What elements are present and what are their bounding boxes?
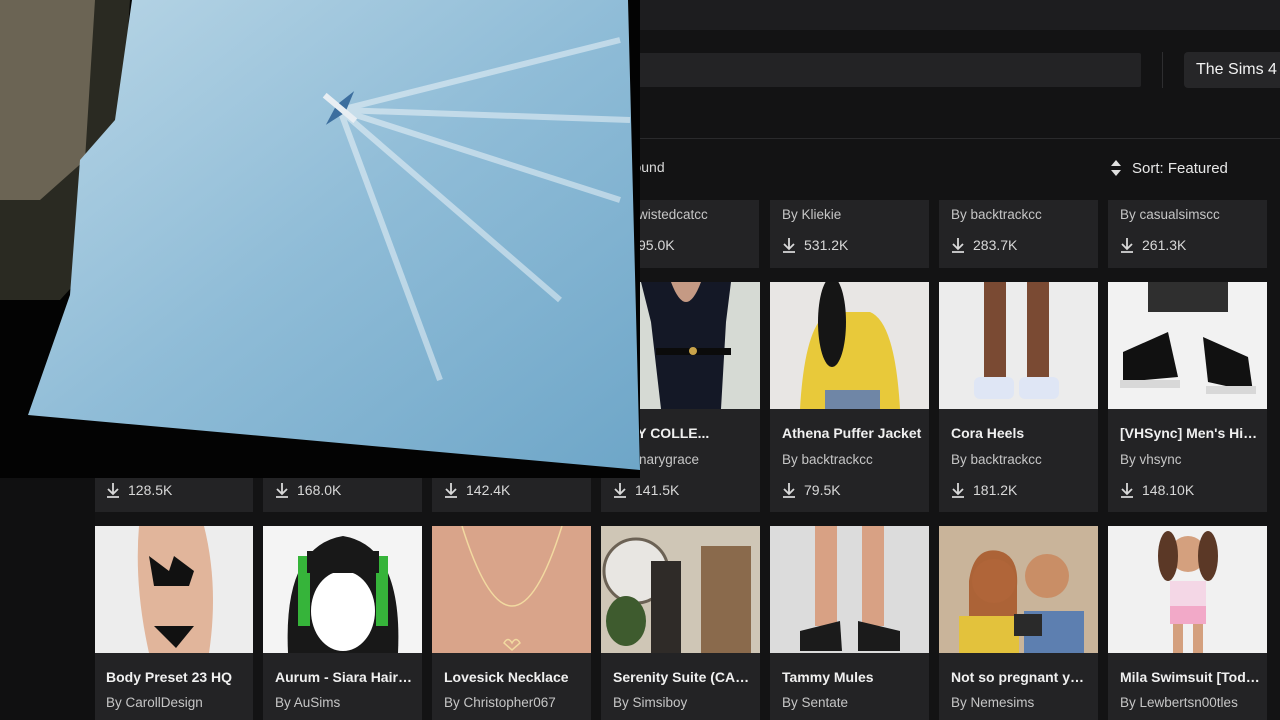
mod-card[interactable]: Serenity Suite (CAS ... By Simsiboy bbox=[601, 526, 760, 720]
download-icon bbox=[445, 483, 457, 498]
card-download-count: 95.0K bbox=[638, 237, 675, 253]
card-thumbnail bbox=[432, 526, 591, 653]
card-download-count: 261.3K bbox=[1142, 237, 1187, 253]
sort-label: Sort: Featured bbox=[1132, 159, 1228, 177]
card-downloads: 128.5K bbox=[106, 482, 172, 498]
mod-card[interactable]: Mila Swimsuit [Todd... By Lewbertsn00tle… bbox=[1108, 526, 1267, 720]
card-download-count: 181.2K bbox=[973, 482, 1018, 498]
card-thumbnail bbox=[939, 282, 1098, 409]
card-title: Aurum - Siara Hairst... bbox=[275, 669, 415, 685]
card-download-count: 79.5K bbox=[804, 482, 841, 498]
download-icon bbox=[614, 483, 626, 498]
card-author: By Kliekie bbox=[782, 207, 842, 222]
card-thumbnail bbox=[939, 526, 1098, 653]
game-selector[interactable]: The Sims 4 bbox=[1184, 52, 1280, 88]
card-author: By CarollDesign bbox=[106, 695, 203, 710]
download-icon bbox=[107, 483, 119, 498]
search-input[interactable] bbox=[600, 53, 1141, 87]
sort-button[interactable]: Sort: Featured bbox=[1110, 159, 1228, 177]
card-title: Tammy Mules bbox=[782, 669, 874, 685]
card-download-count: 148.10K bbox=[1142, 482, 1195, 498]
card-title: Athena Puffer Jacket bbox=[782, 425, 922, 441]
card-author: By backtrackcc bbox=[951, 452, 1042, 467]
card-title: [VHSync] Men's Hik... bbox=[1120, 425, 1260, 441]
mod-card[interactable]: Cora Heels By backtrackcc 181.2K bbox=[939, 282, 1098, 512]
card-author: By backtrackcc bbox=[782, 452, 873, 467]
card-title: Mila Swimsuit [Todd... bbox=[1120, 669, 1260, 685]
card-downloads: 531.2K bbox=[782, 237, 848, 253]
sort-arrows-icon bbox=[1111, 160, 1121, 176]
card-thumbnail bbox=[770, 282, 929, 409]
card-thumbnail bbox=[1108, 282, 1267, 409]
card-download-count: 168.0K bbox=[297, 482, 342, 498]
mod-card[interactable]: By casualsimscc 261.3K bbox=[1108, 200, 1267, 268]
card-thumbnail bbox=[94, 526, 253, 653]
card-download-count: 128.5K bbox=[128, 482, 173, 498]
card-author: narygrace bbox=[639, 452, 700, 467]
mod-card[interactable]: Not so pregnant yet... By Nemesims bbox=[939, 526, 1098, 720]
card-downloads: 148.10K bbox=[1120, 482, 1194, 498]
mod-card[interactable]: Aurum - Siara Hairst... By AuSims bbox=[263, 526, 422, 720]
mod-card[interactable]: Body Preset 23 HQ By CarollDesign bbox=[94, 526, 253, 720]
card-download-count: 141.5K bbox=[635, 482, 680, 498]
card-downloads: 168.0K bbox=[275, 482, 341, 498]
card-downloads: 283.7K bbox=[951, 237, 1017, 253]
card-author: By AuSims bbox=[275, 695, 341, 710]
mod-card[interactable]: Tammy Mules By Sentate bbox=[770, 526, 929, 720]
card-author: By Nemesims bbox=[951, 695, 1035, 710]
overlay-photo bbox=[0, 0, 640, 478]
card-downloads: 79.5K bbox=[782, 482, 841, 498]
card-downloads: 141.5K bbox=[613, 482, 679, 498]
download-icon bbox=[952, 238, 964, 253]
download-icon bbox=[1121, 238, 1133, 253]
card-author: wistedcatcc bbox=[638, 207, 708, 222]
card-author: By Simsiboy bbox=[613, 695, 688, 710]
mod-card[interactable]: By backtrackcc 283.7K bbox=[939, 200, 1098, 268]
card-author: By Christopher067 bbox=[444, 695, 556, 710]
card-download-count: 531.2K bbox=[804, 237, 849, 253]
card-title: Lovesick Necklace bbox=[444, 669, 569, 685]
card-downloads: 261.3K bbox=[1120, 237, 1186, 253]
card-thumbnail bbox=[770, 526, 929, 653]
card-download-count: 142.4K bbox=[466, 482, 511, 498]
card-author: By Lewbertsn00tles bbox=[1120, 695, 1238, 710]
mod-card[interactable]: By Kliekie 531.2K bbox=[770, 200, 929, 268]
card-thumbnail bbox=[1108, 526, 1267, 653]
mod-card[interactable]: Athena Puffer Jacket By backtrackcc 79.5… bbox=[770, 282, 929, 512]
card-title: Serenity Suite (CAS ... bbox=[613, 669, 753, 685]
card-downloads: 142.4K bbox=[444, 482, 510, 498]
mod-card[interactable]: Lovesick Necklace By Christopher067 bbox=[432, 526, 591, 720]
download-icon bbox=[783, 483, 795, 498]
card-download-count: 283.7K bbox=[973, 237, 1018, 253]
download-icon bbox=[1121, 483, 1133, 498]
download-icon bbox=[783, 238, 795, 253]
divider bbox=[1162, 52, 1163, 88]
download-icon bbox=[276, 483, 288, 498]
card-author: By vhsync bbox=[1120, 452, 1182, 467]
card-thumbnail bbox=[601, 526, 760, 653]
card-author: By backtrackcc bbox=[951, 207, 1042, 222]
card-title: Cora Heels bbox=[951, 425, 1025, 441]
card-author: By casualsimscc bbox=[1120, 207, 1220, 222]
card-downloads: 181.2K bbox=[951, 482, 1017, 498]
card-downloads: 95.0K bbox=[638, 237, 675, 253]
left-gutter bbox=[0, 478, 95, 720]
card-author: By Sentate bbox=[782, 695, 849, 710]
download-icon bbox=[952, 483, 964, 498]
mod-card[interactable]: [VHSync] Men's Hik... By vhsync 148.10K bbox=[1108, 282, 1267, 512]
card-title: Not so pregnant yet... bbox=[951, 669, 1091, 685]
card-thumbnail bbox=[263, 526, 422, 653]
game-label: The Sims 4 bbox=[1196, 61, 1277, 78]
card-title: Body Preset 23 HQ bbox=[106, 669, 233, 685]
divider bbox=[600, 138, 1280, 139]
